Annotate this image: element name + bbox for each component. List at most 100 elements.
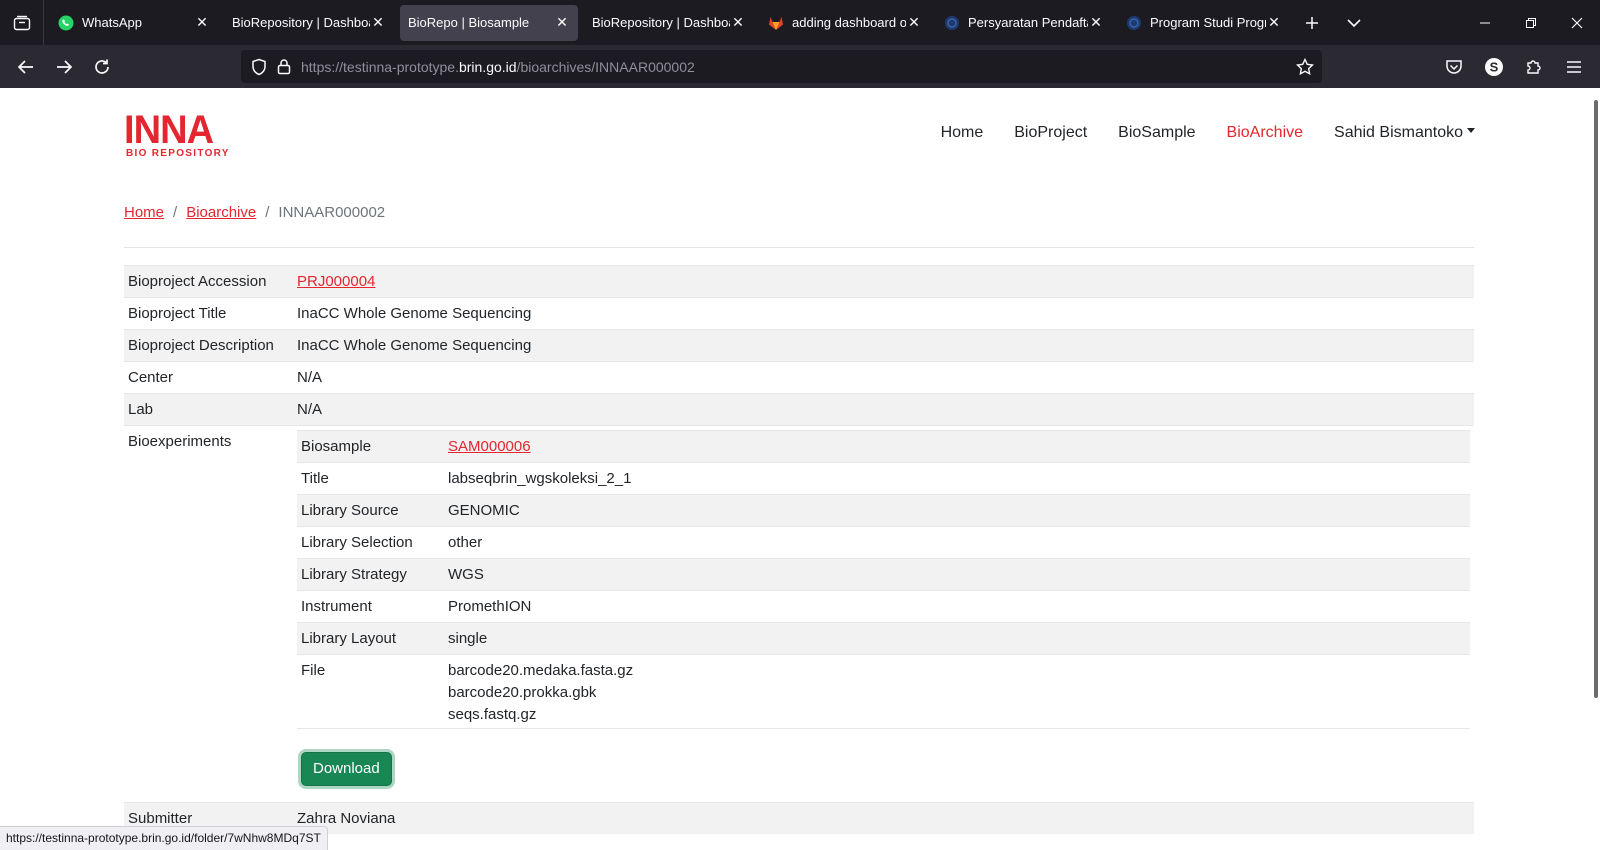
browser-tab-bar: WhatsApp ✕ BioRepository | Dashboard ✕ B… [0,0,1600,45]
arrow-left-icon [17,59,33,74]
scrollbar-thumb[interactable] [1594,100,1598,698]
row-label: File [297,654,444,729]
account-icon: S [1485,57,1503,76]
tab-whatsapp[interactable]: WhatsApp ✕ [50,5,218,41]
row-value: N/A [293,361,1474,394]
tab-title: Persyaratan Pendaftara [968,15,1088,30]
bookmark-star-icon[interactable] [1296,58,1314,76]
biosample-link[interactable]: SAM000006 [448,438,531,455]
breadcrumb-current: INNAAR000002 [278,204,386,221]
new-tab-button[interactable] [1296,7,1328,39]
file-name: barcode20.prokka.gbk [448,684,597,701]
table-row: Lab N/A [124,393,1474,426]
whatsapp-icon [58,15,74,30]
row-value: PromethION [444,590,1470,623]
close-icon[interactable]: ✕ [554,14,570,31]
bioarchive-detail-table: Bioproject Accession PRJ000004 Bioprojec… [124,265,1474,834]
inna-logo[interactable]: INNA BIO REPOSITORY [124,110,228,160]
table-row: Instrument PromethION [297,590,1470,623]
table-row: Library Source GENOMIC [297,494,1470,527]
table-row: Biosample SAM000006 [297,430,1470,463]
shield-icon[interactable] [251,58,267,76]
row-label: Bioproject Accession [124,265,293,298]
minimize-button[interactable] [1462,0,1508,45]
nav-home[interactable]: Home [941,124,984,142]
arrow-right-icon [57,59,73,74]
tab-biorepository-dashboard[interactable]: BioRepository | Dashboard ✕ [224,5,394,41]
url-text[interactable]: https://testinna-prototype.brin.go.id/bi… [301,59,695,75]
close-icon [1571,17,1583,28]
breadcrumb-bioarchive[interactable]: Bioarchive [186,204,256,221]
nav-bioarchive[interactable]: BioArchive [1227,124,1303,142]
tab-persyaratan[interactable]: Persyaratan Pendaftara ✕ [936,5,1112,41]
url-path: /bioarchives/INNAAR000002 [516,58,695,75]
bioexperiment-table: Biosample SAM000006 Title labseqbrin_wgs… [297,430,1470,796]
file-name: barcode20.medaka.fasta.gz [448,662,634,679]
row-label: Bioproject Title [124,297,293,330]
bioproject-accession-link[interactable]: PRJ000004 [297,273,375,290]
reload-icon [95,59,109,74]
plus-icon [1306,16,1318,29]
table-row: Title labseqbrin_wgskoleksi_2_1 [297,462,1470,495]
user-menu-dropdown[interactable]: Sahid Bismantoko [1334,124,1475,142]
close-icon[interactable]: ✕ [730,14,746,31]
tab-biorepo-biosample[interactable]: BioRepo | Biosample ✕ [400,4,578,41]
divider [124,247,1474,248]
row-value: SAM000006 [444,430,1470,463]
bioexperiments-cell: Biosample SAM000006 Title labseqbrin_wgs… [293,425,1474,803]
address-bar[interactable]: https://testinna-prototype.brin.go.id/bi… [241,50,1322,83]
row-value: PRJ000004 [293,265,1474,298]
extensions-button[interactable] [1516,51,1552,83]
breadcrumb-home[interactable]: Home [124,204,164,221]
hamburger-menu-icon [1567,60,1581,73]
tab-biorepository-dashboard-2[interactable]: BioRepository | Dashboard ✕ [584,5,754,41]
pocket-button[interactable] [1436,51,1472,83]
forward-button[interactable] [46,51,82,83]
back-button[interactable] [8,51,44,83]
breadcrumb-separator: / [173,204,178,221]
restore-button[interactable] [1508,0,1554,45]
close-window-button[interactable] [1554,0,1600,45]
close-icon[interactable]: ✕ [370,14,386,31]
breadcrumb: Home / Bioarchive / INNAAR000002 [124,204,385,221]
row-label: Biosample [297,430,444,463]
restore-icon [1526,17,1536,28]
main-navigation: Home BioProject BioSample BioArchive Sah… [910,124,1475,142]
tab-title: Program Studi Progran [1150,15,1266,30]
tab-gitlab[interactable]: adding dashboard on l ✕ [760,5,930,41]
file-name: seqs.fastq.gz [448,706,537,723]
tab-title: BioRepository | Dashboard [592,15,730,30]
close-icon[interactable]: ✕ [1088,14,1104,31]
close-icon[interactable]: ✕ [194,14,210,31]
account-button[interactable]: S [1476,51,1512,83]
row-value: GENOMIC [444,494,1470,527]
row-value: N/A [293,393,1474,426]
gitlab-icon [769,16,783,30]
tab-overview-button[interactable] [0,0,44,45]
globe-icon [945,15,959,30]
site-header: INNA BIO REPOSITORY Home BioProject BioS… [0,88,1588,188]
close-icon[interactable]: ✕ [906,14,922,31]
minimize-icon [1480,22,1490,23]
svg-text:S: S [1490,59,1499,74]
url-domain: brin.go.id [458,58,517,75]
tab-program-studi[interactable]: Program Studi Progran ✕ [1118,5,1290,41]
row-value: other [444,526,1470,559]
row-value: single [444,622,1470,655]
row-label: Bioexperiments [124,425,293,803]
nav-bioproject[interactable]: BioProject [1014,124,1087,142]
lock-icon[interactable] [277,58,291,75]
download-button[interactable]: Download [301,752,392,786]
globe-icon [1127,15,1141,30]
logo-sub-text: BIO REPOSITORY [126,148,230,159]
row-value: labseqbrin_wgskoleksi_2_1 [444,462,1470,495]
row-label: Library Selection [297,526,444,559]
reload-button[interactable] [84,51,120,83]
page-scrollbar[interactable] [1588,88,1600,850]
nav-biosample[interactable]: BioSample [1118,124,1195,142]
table-row: Bioproject Description InaCC Whole Genom… [124,329,1474,362]
list-all-tabs-button[interactable] [1338,7,1370,39]
menu-button[interactable] [1556,51,1592,83]
row-label: Title [297,462,444,495]
close-icon[interactable]: ✕ [1266,14,1282,31]
